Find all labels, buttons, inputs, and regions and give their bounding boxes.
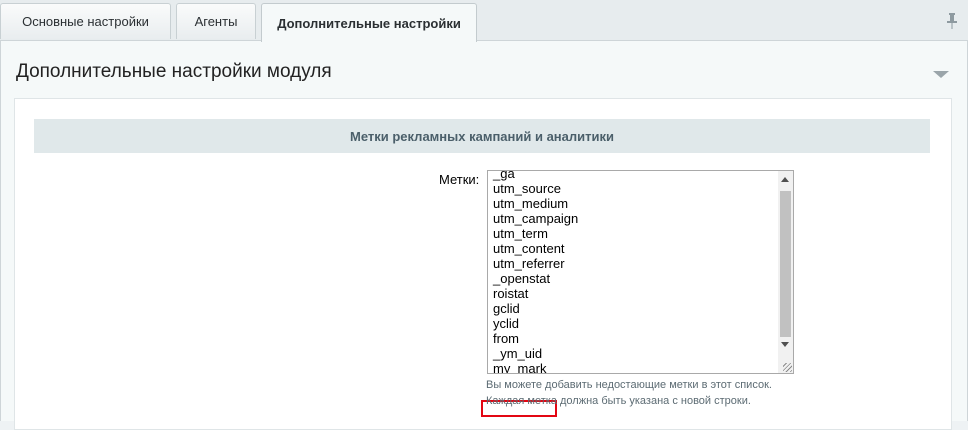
tab-additional-settings-label: Дополнительные настройки [277, 15, 461, 31]
mark-line: utm_campaign [493, 211, 579, 226]
section-title: Дополнительные настройки модуля [16, 61, 332, 82]
mark-line: roistat [493, 286, 529, 301]
mark-line: from [493, 331, 519, 346]
mark-line: _ga [493, 170, 515, 181]
scroll-thumb[interactable] [780, 191, 791, 337]
tab-additional-settings[interactable]: Дополнительные настройки [261, 3, 477, 42]
scroll-up-arrow-icon[interactable] [781, 177, 789, 182]
pin-icon[interactable] [946, 12, 958, 30]
settings-panel: Дополнительные настройки модуля Метки ре… [0, 40, 968, 430]
tab-agents[interactable]: Агенты [176, 3, 256, 39]
mark-line: utm_term [493, 226, 548, 241]
textarea-scrollbar[interactable] [778, 171, 793, 373]
tab-agents-label: Агенты [194, 14, 238, 29]
marks-label: Метки: [439, 172, 480, 187]
triangle-down-icon[interactable] [933, 71, 949, 78]
settings-content: Метки рекламных кампаний и аналитики Мет… [14, 98, 952, 430]
tab-main-settings-label: Основные настройки [22, 14, 149, 29]
mark-line: utm_source [493, 181, 561, 196]
hint-line-2: Каждая метка должна быть указана с новой… [486, 395, 751, 407]
marks-textarea[interactable]: _ga utm_source utm_medium utm_campaign u… [487, 170, 794, 374]
mark-line: utm_medium [493, 196, 569, 211]
mark-line: _openstat [493, 271, 551, 286]
mark-line-highlighted: my_mark [493, 361, 547, 374]
hint-line-1: Вы можете добавить недостающие метки в э… [486, 379, 772, 391]
tab-main-settings[interactable]: Основные настройки [0, 3, 171, 39]
scroll-down-arrow-icon[interactable] [781, 342, 789, 347]
mark-line: utm_content [493, 241, 565, 256]
mark-line: utm_referrer [493, 256, 565, 271]
resize-grip-icon[interactable] [783, 363, 792, 372]
tab-bar: Основные настройки Агенты Дополнительные… [0, 0, 968, 42]
mark-line: _ym_uid [493, 346, 543, 361]
mark-line: gclid [493, 301, 520, 316]
mark-line: yclid [493, 316, 520, 331]
marks-lines: _ga utm_source utm_medium utm_campaign u… [493, 170, 579, 374]
group-heading: Метки рекламных кампаний и аналитики [34, 119, 930, 153]
